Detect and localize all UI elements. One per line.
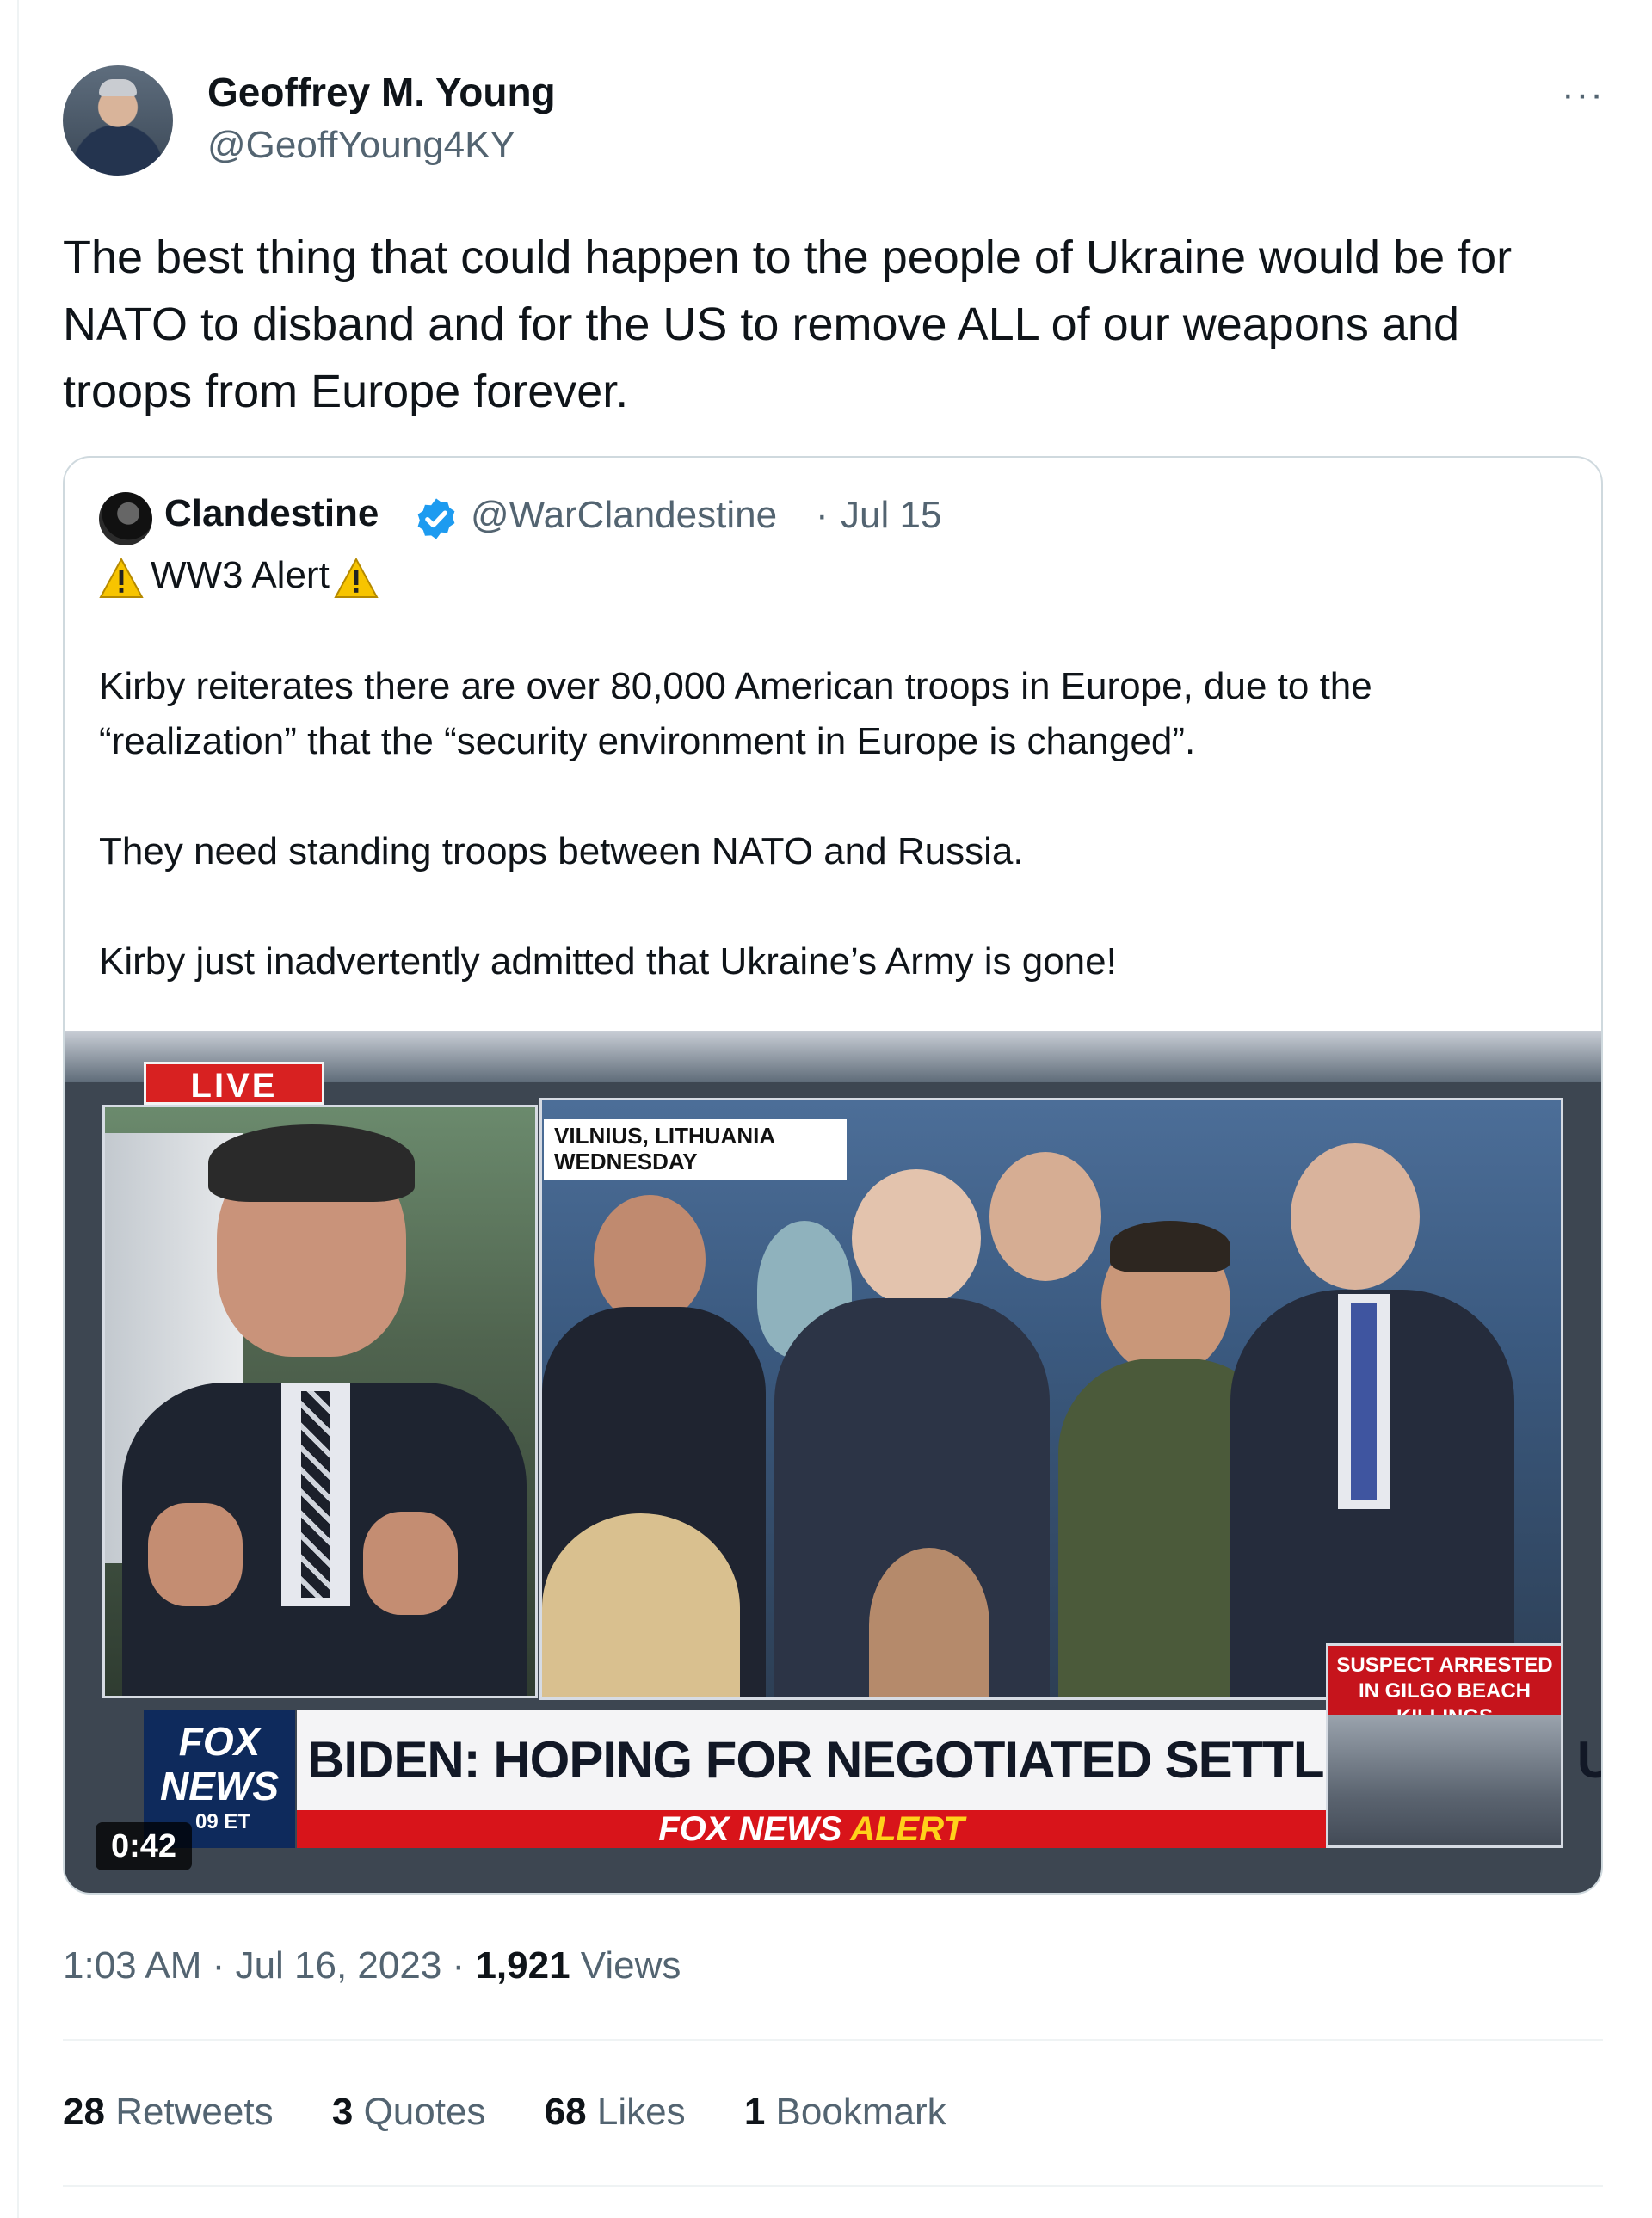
more-options-icon[interactable]: ···: [1562, 76, 1605, 114]
warning-icon: [99, 558, 144, 598]
meta-separator: ·: [452, 1944, 465, 1987]
bookmarks-stat[interactable]: 1 Bookmark: [744, 2091, 946, 2133]
meta-separator: ·: [212, 1944, 225, 1987]
author-display-name[interactable]: Geoffrey M. Young: [207, 69, 556, 115]
alert-bar-prefix: FOX NEWS: [658, 1810, 842, 1848]
stat-count: 3: [331, 2091, 354, 2133]
divider: [63, 2039, 1603, 2041]
quoted-date[interactable]: Jul 15: [841, 494, 941, 537]
quoted-display-name[interactable]: Clandestine: [164, 492, 379, 535]
stat-label: Bookmark: [775, 2091, 946, 2133]
engagement-stats: 28 Retweets 3 Quotes 68 Likes 1 Bookmark: [63, 2091, 995, 2134]
divider: [63, 2185, 1603, 2187]
stat-count: 68: [544, 2091, 587, 2133]
side-news-box: SUSPECT ARRESTED IN GILGO BEACH KILLINGS: [1326, 1643, 1563, 1848]
tweet-date[interactable]: Jul 16, 2023: [236, 1944, 442, 1987]
quoted-paragraph: Kirby reiterates there are over 80,000 A…: [99, 665, 1372, 762]
stat-label: Likes: [596, 2091, 686, 2133]
location-line: VILNIUS, LITHUANIA: [554, 1123, 776, 1149]
alert-bar-word: ALERT: [850, 1810, 965, 1848]
logo-time: 09 ET: [195, 1810, 251, 1833]
location-line: WEDNESDAY: [554, 1149, 698, 1174]
author-avatar[interactable]: [63, 65, 173, 176]
tweet-text: The best thing that could happen to the …: [63, 231, 1513, 417]
quoted-paragraph: Kirby just inadvertently admitted that U…: [99, 940, 1117, 983]
quoted-alert-text: WW3 Alert: [151, 554, 330, 596]
quoted-paragraph: They need standing troops between NATO a…: [99, 830, 1024, 872]
views-count: 1,921: [475, 1944, 570, 1987]
author-handle[interactable]: @GeoffYoung4KY: [207, 124, 515, 167]
alert-bar: FOX NEWS ALERT: [297, 1810, 1326, 1848]
stat-label: Quotes: [363, 2091, 486, 2133]
likes-stat[interactable]: 68 Likes: [545, 2091, 686, 2133]
retweets-stat[interactable]: 28 Retweets: [63, 2091, 274, 2133]
video-frame-right: VILNIUS, LITHUANIA WEDNESDAY: [539, 1098, 1563, 1700]
side-news-image: [1328, 1715, 1561, 1845]
timeline-border: [17, 0, 19, 2218]
side-headline: SUSPECT ARRESTED IN GILGO BEACH KILLINGS: [1328, 1646, 1561, 1728]
tweet-meta: 1:03 AM · Jul 16, 2023 · 1,921 Views: [63, 1944, 681, 1987]
verified-badge-icon: [417, 498, 455, 539]
live-badge: LIVE: [144, 1062, 324, 1105]
quoted-separator: ·: [816, 494, 829, 536]
logo-line: FOX: [178, 1719, 261, 1764]
stat-label: Retweets: [115, 2091, 274, 2133]
quoted-avatar[interactable]: [99, 492, 152, 545]
views-label: Views: [580, 1944, 681, 1987]
stat-count: 1: [743, 2091, 766, 2133]
warning-icon: [334, 558, 379, 598]
video-duration: 0:42: [96, 1822, 192, 1870]
chyron-headline: BIDEN: HOPING FOR NEGOTIATED SETTLEMENT …: [297, 1710, 1601, 1810]
stat-count: 28: [63, 2091, 105, 2133]
location-tag: VILNIUS, LITHUANIA WEDNESDAY: [544, 1119, 847, 1180]
quoted-handle[interactable]: @WarClandestine: [471, 494, 777, 537]
quoted-tweet[interactable]: Clandestine @WarClandestine · Jul 15 WW3…: [63, 456, 1603, 1895]
quotes-stat[interactable]: 3 Quotes: [332, 2091, 486, 2133]
video-frame-left: [102, 1105, 538, 1698]
video-player[interactable]: LIVE VILNIUS, LITHUANIA WEDNESDAY FOX NE…: [65, 1031, 1601, 1893]
tweet-time[interactable]: 1:03 AM: [63, 1944, 201, 1987]
